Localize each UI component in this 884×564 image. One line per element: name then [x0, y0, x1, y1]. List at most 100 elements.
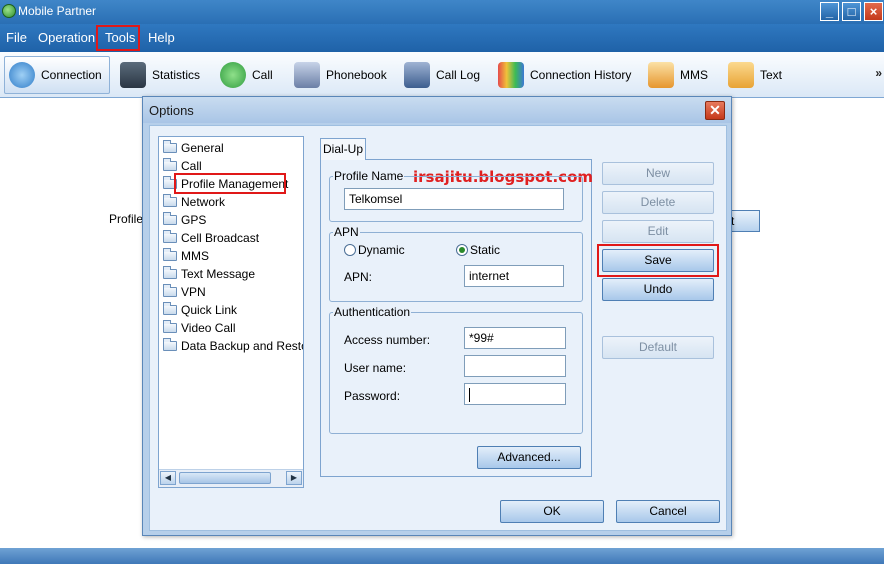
folder-icon: [163, 158, 177, 171]
profile-name-field[interactable]: Telkomsel: [344, 188, 564, 210]
toolbar-mms[interactable]: MMS: [644, 56, 712, 94]
password-label: Password:: [344, 389, 401, 403]
apn-static-label: Static: [470, 243, 501, 257]
authentication-group: Authentication Access number: *99# User …: [329, 305, 583, 434]
tree-item-label: Video Call: [181, 321, 236, 335]
tree-item-gps[interactable]: GPS: [163, 211, 206, 229]
tree-item-text-message[interactable]: Text Message: [163, 265, 255, 283]
new-button[interactable]: New: [602, 162, 714, 185]
connection-history-icon: [498, 62, 524, 88]
dialog-title: Options: [149, 103, 194, 118]
minimize-button[interactable]: _: [820, 2, 839, 21]
menu-help[interactable]: Help: [148, 30, 175, 45]
tree-item-vpn[interactable]: VPN: [163, 283, 206, 301]
apn-group-label: APN: [333, 225, 360, 239]
options-tree: General Call Profile Management Network …: [158, 136, 304, 488]
options-dialog: Options ✕ General Call Profile Managemen…: [142, 96, 732, 536]
apn-dynamic-radio[interactable]: [344, 244, 356, 256]
password-field[interactable]: [464, 383, 566, 405]
background-profile-label: Profile: [109, 212, 144, 226]
user-name-label: User name:: [344, 361, 407, 375]
tree-item-label: Cell Broadcast: [181, 231, 260, 245]
tree-item-label: Quick Link: [181, 303, 238, 317]
dialog-close-button[interactable]: ✕: [705, 101, 725, 120]
mms-icon: [648, 62, 674, 88]
window-close-button[interactable]: ×: [864, 2, 883, 21]
toolbar-statistics[interactable]: Statistics: [116, 56, 204, 94]
folder-icon: [163, 248, 177, 261]
toolbar-more-icon[interactable]: »: [875, 66, 882, 80]
edit-button[interactable]: Edit: [602, 220, 714, 243]
folder-icon: [163, 302, 177, 315]
toolbar-text-label: Text: [760, 68, 783, 82]
toolbar-connection-history[interactable]: Connection History: [494, 56, 635, 94]
tree-item-label: Data Backup and Restora: [181, 339, 303, 353]
statistics-icon: [120, 62, 146, 88]
maximize-button[interactable]: □: [842, 2, 861, 21]
tree-item-cell-broadcast[interactable]: Cell Broadcast: [163, 229, 259, 247]
tools-highlight: [96, 25, 140, 51]
dialog-title-bar: Options ✕: [143, 97, 731, 123]
tree-item-data-backup[interactable]: Data Backup and Restora: [163, 337, 303, 355]
text-caret: [469, 387, 470, 402]
text-icon: [728, 62, 754, 88]
tree-item-label: MMS: [181, 249, 209, 263]
toolbar-call-log[interactable]: Call Log: [400, 56, 484, 94]
cancel-button[interactable]: Cancel: [616, 500, 720, 523]
menu-operation[interactable]: Operation: [38, 30, 95, 45]
scroll-thumb[interactable]: [179, 472, 271, 484]
tree-item-mms[interactable]: MMS: [163, 247, 209, 265]
folder-icon: [163, 230, 177, 243]
folder-icon: [163, 320, 177, 333]
toolbar-statistics-label: Statistics: [152, 68, 201, 82]
menu-file[interactable]: File: [6, 30, 27, 45]
apn-group: APN Dynamic Static APN: internet: [329, 225, 583, 302]
toolbar-text[interactable]: Text: [724, 56, 786, 94]
scroll-left-icon[interactable]: ◀: [160, 471, 176, 485]
folder-icon: [163, 266, 177, 279]
tree-item-label: GPS: [181, 213, 207, 227]
dial-up-pane: irsajitu.blogspot.com Profile Name Telko…: [320, 159, 593, 477]
toolbar-phonebook-label: Phonebook: [326, 68, 387, 82]
tree-item-video-call[interactable]: Video Call: [163, 319, 235, 337]
toolbar-phonebook[interactable]: Phonebook: [290, 56, 391, 94]
toolbar-call-label: Call: [252, 68, 273, 82]
tree-item-label: Call: [181, 159, 202, 173]
tree-item-label: VPN: [181, 285, 206, 299]
connection-icon: [9, 62, 35, 88]
apn-static-radio[interactable]: [456, 244, 468, 256]
profile-management-highlight: [174, 173, 286, 194]
apn-field[interactable]: internet: [464, 265, 564, 287]
delete-button[interactable]: Delete: [602, 191, 714, 214]
toolbar-connection-history-label: Connection History: [530, 68, 632, 82]
ok-button[interactable]: OK: [500, 500, 604, 523]
tree-item-quick-link[interactable]: Quick Link: [163, 301, 237, 319]
call-icon: [220, 62, 246, 88]
tree-item-network[interactable]: Network: [163, 193, 225, 211]
toolbar-call[interactable]: Call: [216, 56, 277, 94]
tree-item-label: General: [181, 141, 224, 155]
access-number-field[interactable]: *99#: [464, 327, 566, 349]
toolbar-connection-label: Connection: [41, 68, 102, 82]
apn-dynamic-label: Dynamic: [358, 243, 405, 257]
folder-icon: [163, 338, 177, 351]
undo-button[interactable]: Undo: [602, 278, 714, 301]
tree-item-general[interactable]: General: [163, 139, 224, 157]
tree-horizontal-scrollbar[interactable]: ◀ ▶: [159, 469, 303, 487]
toolbar: Connection Statistics Call Phonebook Cal…: [0, 52, 884, 98]
profile-name-label: Profile Name: [333, 169, 405, 183]
save-highlight: [597, 244, 719, 277]
title-bar: Mobile Partner _ □ ×: [0, 0, 884, 24]
folder-icon: [163, 194, 177, 207]
default-button[interactable]: Default: [602, 336, 714, 359]
user-name-field[interactable]: [464, 355, 566, 377]
tab-dial-up[interactable]: Dial-Up: [320, 138, 366, 160]
toolbar-call-log-label: Call Log: [436, 68, 481, 82]
tree-item-label: Network: [181, 195, 226, 209]
advanced-button[interactable]: Advanced...: [477, 446, 581, 469]
scroll-right-icon[interactable]: ▶: [286, 471, 302, 485]
toolbar-connection[interactable]: Connection: [4, 56, 110, 94]
app-icon: [2, 4, 16, 18]
folder-icon: [163, 284, 177, 297]
apn-field-label: APN:: [344, 270, 373, 284]
